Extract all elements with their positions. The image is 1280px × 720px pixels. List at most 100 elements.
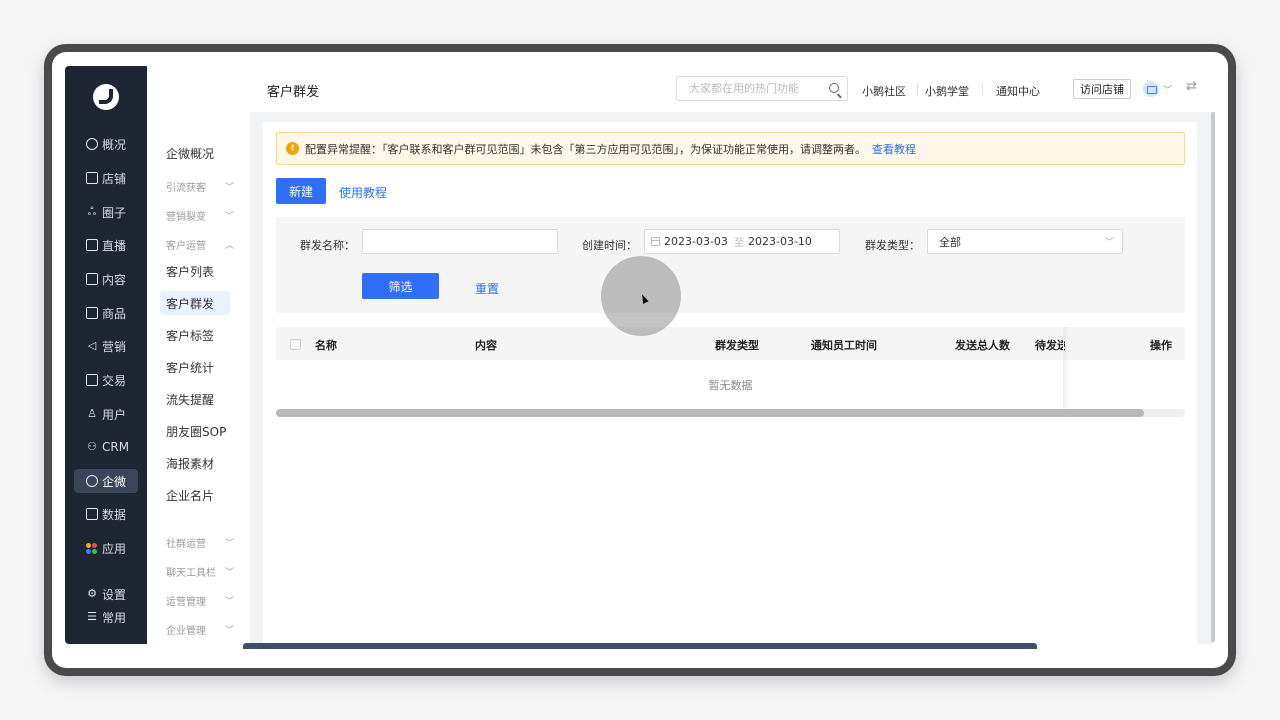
link-notifications[interactable]: 通知中心 [996,83,1040,99]
calendar-icon [651,237,660,246]
sub-item-overview[interactable]: 企微概况 [160,141,230,165]
sub-group-ops-management[interactable]: 运营管理 ﹀ [166,593,234,608]
sub-group-label: 社群运营 [166,539,206,550]
nav-item-crm[interactable]: ⚇ CRM [74,435,138,459]
divider [917,84,918,95]
alert-text: 配置异常提醒：「客户联系和客户群可见范围」未包含「第三方应用可见范围」，为保证功… [305,142,866,156]
wecom-icon [86,475,98,487]
col-content: 内容 [475,339,497,352]
sub-group-label: 运营管理 [166,597,206,608]
nav-item-circle[interactable]: ஃ 圈子 [74,200,138,224]
col-pending: 待发送 [1035,339,1065,352]
product-icon [86,307,98,319]
new-button[interactable]: 新建 [276,178,326,204]
nav-item-wecom[interactable]: 企微 [74,469,138,493]
chevron-down-icon: ﹀ [224,183,234,193]
nav-item-content[interactable]: 内容 [74,267,138,291]
nav-label: 常用 [102,610,127,625]
sub-group-fission[interactable]: 营销裂变 ﹀ [166,208,234,223]
alert-tutorial-link[interactable]: 查看教程 [872,141,916,157]
date-end[interactable]: 2023-03-10 [748,235,812,248]
type-select[interactable]: 全部 ﹀ [927,229,1123,254]
user-icon: ♙ [87,407,97,420]
sub-group-label: 营销裂变 [166,212,206,223]
list-icon: ☰ [87,610,97,623]
config-warning-alert: ! 配置异常提醒：「客户联系和客户群可见范围」未包含「第三方应用可见范围」，为保… [276,132,1185,165]
link-academy[interactable]: 小鹅学堂 [925,83,969,99]
col-notify-time: 通知员工时间 [811,339,877,352]
nav-item-settings[interactable]: ⚙ 设置 [74,582,138,606]
nav-item-overview[interactable]: 概况 [74,132,138,156]
nav-item-data[interactable]: 数据 [74,502,138,526]
main-sidebar: 概况 店铺 ஃ 圈子 直播 内容 商品 ◁ 营销 交易 ♙ 用户 ⚇ CRM 企… [65,66,147,644]
col-type: 群发类型 [715,339,759,352]
chevron-down-icon[interactable]: ﹀ [1163,83,1172,96]
live-icon [86,239,98,251]
sub-group-traffic[interactable]: 引流获客 ﹀ [166,179,234,194]
logo-icon[interactable] [93,84,119,110]
visit-store-button[interactable]: 访问店铺 [1073,79,1131,99]
date-start[interactable]: 2023-03-03 [664,235,730,248]
nav-item-transaction[interactable]: 交易 [74,368,138,392]
nav-item-marketing[interactable]: ◁ 营销 [74,334,138,358]
name-filter-field[interactable] [362,229,558,254]
nav-item-user[interactable]: ♙ 用户 [74,402,138,426]
page-title: 客户群发 [267,85,320,100]
sub-item-moments-sop[interactable]: 朋友圈SOP [160,419,230,443]
sub-item-customer-stats[interactable]: 客户统计 [160,355,230,379]
broadcast-table: 名称 内容 群发类型 通知员工时间 发送总人数 待发送 操作 暂无数据 [276,327,1185,417]
filter-button[interactable]: 筛选 [362,273,439,299]
select-all-checkbox[interactable] [290,339,301,350]
switch-icon[interactable]: ⇄ [1186,79,1197,94]
name-filter-input[interactable] [363,230,557,253]
sub-item-customer-broadcast[interactable]: 客户群发 [160,291,230,315]
nav-label: 内容 [102,272,127,287]
divider [982,84,983,95]
search-box[interactable] [676,76,848,101]
chevron-down-icon: ﹀ [1104,238,1114,248]
date-range-picker[interactable]: 2023-03-03 至 2023-03-10 [644,229,840,254]
store-avatar-icon[interactable] [1143,81,1159,97]
sub-sidebar: 企微概况 引流获客 ﹀ 营销裂变 ﹀ 客户运营 ︿ 客户列表 客户群发 客户标签… [147,66,250,644]
app-window: 概况 店铺 ஃ 圈子 直播 内容 商品 ◁ 营销 交易 ♙ 用户 ⚇ CRM 企… [65,66,1215,644]
nav-label: 用户 [102,407,127,422]
col-actions: 操作 [1150,339,1172,352]
search-icon[interactable] [829,83,839,93]
sub-item-posters[interactable]: 海报素材 [160,451,230,475]
nav-label: 概况 [102,137,127,152]
sub-group-label: 企业管理 [166,626,206,637]
vertical-scrollbar[interactable] [1211,112,1215,642]
filter-panel: 群发名称： 创建时间： 2023-03-03 至 2023-03-10 群发类型… [276,217,1185,313]
sub-group-chat-toolbar[interactable]: 聊天工具栏 ﹀ [166,564,234,579]
link-community[interactable]: 小鹅社区 [862,83,906,99]
name-filter-label: 群发名称： [300,239,355,252]
horizontal-scrollbar-thumb[interactable] [276,409,1144,417]
warning-icon: ! [286,142,299,155]
col-total-recipients: 发送总人数 [955,339,1010,352]
chevron-down-icon: ﹀ [224,539,234,549]
sub-item-business-card[interactable]: 企业名片 [160,483,230,507]
nav-label: 应用 [102,541,127,556]
chevron-down-icon: ﹀ [224,626,234,636]
megaphone-icon: ◁ [87,339,97,352]
fixed-column-divider [1063,327,1069,414]
chevron-down-icon: ﹀ [224,568,234,578]
search-input[interactable] [677,77,817,100]
nav-item-product[interactable]: 商品 [74,301,138,325]
tutorial-link[interactable]: 使用教程 [339,184,387,201]
sub-item-churn-alert[interactable]: 流失提醒 [160,387,230,411]
content-card: ! 配置异常提醒：「客户联系和客户群可见范围」未包含「第三方应用可见范围」，为保… [263,122,1197,644]
nav-item-frequent[interactable]: ☰ 常用 [74,605,138,629]
nav-item-live[interactable]: 直播 [74,233,138,257]
sub-group-enterprise[interactable]: 企业管理 ﹀ [166,622,234,637]
nav-item-store[interactable]: 店铺 [74,166,138,190]
chevron-up-icon: ︿ [224,241,234,251]
sub-item-customer-tags[interactable]: 客户标签 [160,323,230,347]
sub-group-community[interactable]: 社群运营 ﹀ [166,535,234,550]
type-filter-label: 群发类型： [865,239,920,252]
reset-link[interactable]: 重置 [475,280,499,297]
sub-group-customer-ops[interactable]: 客户运营 ︿ [166,237,234,252]
nav-label: 圈子 [102,205,127,220]
sub-item-customer-list[interactable]: 客户列表 [160,259,230,283]
nav-item-apps[interactable]: 应用 [74,536,138,560]
